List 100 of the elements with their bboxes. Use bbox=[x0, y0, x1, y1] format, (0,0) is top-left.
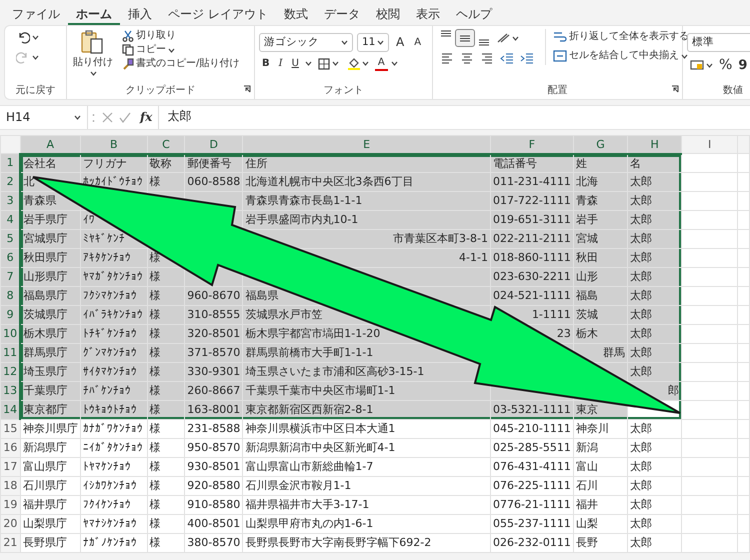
font-size-dropdown[interactable]: 11 bbox=[357, 33, 389, 52]
row-header[interactable]: 7 bbox=[0, 268, 20, 286]
paste-button[interactable]: 貼り付け bbox=[71, 29, 115, 76]
font-color-button[interactable]: A bbox=[374, 56, 388, 71]
column-header[interactable]: C bbox=[147, 136, 185, 154]
ribbon-tab[interactable]: 校閲 bbox=[368, 4, 408, 25]
ribbon-tab[interactable]: 表示 bbox=[408, 4, 448, 25]
column-header[interactable]: G bbox=[573, 136, 628, 154]
column-header[interactable]: F bbox=[490, 136, 574, 154]
cell-text: ﾔﾏﾅｼｹﾝﾁｮｳ bbox=[82, 517, 137, 530]
cell-text: 名 bbox=[630, 156, 642, 170]
indent-icon bbox=[520, 52, 534, 64]
cell-text: 山梨県甲府市丸の内1-6-1 bbox=[245, 517, 374, 530]
cell-text: 23 bbox=[556, 327, 571, 340]
ribbon-tab[interactable]: ヘルプ bbox=[448, 4, 500, 25]
cell-text: 様 bbox=[150, 289, 161, 302]
cell-text: 富山県庁 bbox=[22, 460, 67, 474]
cell-text: 山梨 bbox=[576, 517, 598, 530]
cell-text: ﾁﾊﾞｹﾝﾁｮｳ bbox=[82, 384, 131, 398]
row-header[interactable]: 9 bbox=[0, 306, 20, 324]
cell-text: 太郎 bbox=[630, 536, 652, 550]
cell-text: ｲﾜ bbox=[82, 213, 95, 226]
name-box[interactable]: H14 bbox=[0, 106, 88, 129]
cell-text: 4-1-1 bbox=[459, 251, 488, 264]
cell-text: 北 bbox=[23, 175, 34, 188]
cell-text: 福島県庁 bbox=[23, 289, 68, 302]
cell-text: 姓 bbox=[576, 156, 587, 170]
comma-button[interactable]: 9 bbox=[735, 56, 750, 74]
ribbon-tab[interactable]: データ bbox=[316, 4, 368, 25]
merge-center-button[interactable]: セルを結合して中央揃え bbox=[550, 49, 692, 63]
bold-button[interactable]: B bbox=[259, 56, 273, 70]
cell-text: 長野 bbox=[576, 536, 598, 550]
cell-text: 045-210-1111 bbox=[492, 422, 571, 436]
close-icon bbox=[102, 112, 113, 123]
number-format-dropdown[interactable]: 標準 bbox=[687, 33, 750, 52]
copy-button[interactable]: コピー bbox=[119, 43, 242, 57]
underline-button[interactable]: U bbox=[288, 56, 302, 70]
column-header[interactable]: D bbox=[184, 136, 243, 154]
formula-field[interactable]: 太郎 bbox=[158, 106, 750, 129]
row-header[interactable]: 5 bbox=[0, 230, 20, 248]
row-header[interactable]: 21 bbox=[0, 534, 20, 552]
row-header[interactable]: 3 bbox=[0, 192, 20, 210]
row-header[interactable]: 19 bbox=[0, 496, 20, 514]
cell-text: ﾌｸｼﾏｹﾝﾁｮｳ bbox=[82, 289, 137, 302]
row-header[interactable]: 17 bbox=[0, 458, 20, 476]
italic-button[interactable]: I bbox=[276, 56, 286, 70]
group-label: フォント bbox=[324, 85, 364, 98]
caret-icon bbox=[512, 36, 519, 40]
column-header[interactable]: B bbox=[80, 136, 148, 154]
cell-text: 岩手県庁 bbox=[23, 213, 68, 226]
row-header[interactable]: 6 bbox=[0, 248, 20, 268]
cell-text: ﾌｸｲｹﾝﾁｮｳ bbox=[82, 498, 131, 512]
row-header[interactable]: 13 bbox=[0, 382, 20, 400]
ribbon-tab[interactable]: 挿入 bbox=[120, 4, 160, 25]
cell-text: 024-521-1111 bbox=[492, 289, 571, 302]
align-lines-icon bbox=[478, 39, 490, 46]
format-painter-button[interactable]: 書式のコピー/貼り付け bbox=[119, 57, 242, 71]
caret-icon bbox=[332, 61, 339, 66]
column-header[interactable]: A bbox=[20, 136, 80, 154]
column-header[interactable]: E bbox=[242, 136, 490, 154]
brush-icon bbox=[122, 58, 134, 70]
cell-text: 神奈川県庁 bbox=[22, 422, 78, 436]
caret-icon bbox=[341, 40, 348, 45]
cell-text: 太郎 bbox=[630, 194, 652, 208]
row-header[interactable]: 11 bbox=[0, 344, 20, 362]
insert-function-button[interactable]: fx bbox=[134, 110, 158, 125]
ribbon-tab[interactable]: ページ レイアウト bbox=[160, 4, 276, 25]
ribbon-tab[interactable]: ファイル bbox=[4, 4, 68, 25]
column-header[interactable]: H bbox=[628, 136, 682, 154]
column-header[interactable]: I bbox=[682, 136, 738, 154]
cell-text: 秋田 bbox=[576, 251, 598, 264]
percent-button[interactable]: % bbox=[716, 56, 736, 75]
row-header[interactable]: 10 bbox=[0, 324, 20, 344]
cell-text: ｲﾊﾞﾗｷｹﾝﾁｮｳ bbox=[82, 308, 143, 322]
cell-text: 様 bbox=[150, 175, 161, 188]
row-header[interactable]: 18 bbox=[0, 476, 20, 496]
row-header[interactable]: 4 bbox=[0, 210, 20, 230]
cell-text: 北海道札幌市中央区北3条西6丁目 bbox=[245, 175, 414, 188]
shrink-font-button[interactable]: A bbox=[411, 36, 424, 50]
row-header[interactable]: 20 bbox=[0, 514, 20, 534]
cell-text: 960-8670 bbox=[187, 289, 240, 302]
font-name-dropdown[interactable]: 游ゴシック bbox=[259, 33, 353, 52]
row-header[interactable]: 8 bbox=[0, 286, 20, 306]
row-header[interactable]: 12 bbox=[0, 362, 20, 382]
row-header[interactable]: 15 bbox=[0, 420, 20, 438]
grow-font-button[interactable]: A bbox=[393, 34, 408, 51]
cell-text: ｲｼｶﾜｹﾝﾁｮｳ bbox=[82, 479, 137, 492]
vertical-align-button[interactable] bbox=[455, 29, 475, 47]
cell-text: 石川 bbox=[576, 479, 598, 492]
cell-text: 076-225-1111 bbox=[492, 479, 571, 492]
cell-text: 石川県庁 bbox=[22, 479, 67, 492]
cut-button[interactable]: 切り取り bbox=[119, 29, 242, 43]
row-header[interactable]: 14 bbox=[0, 400, 20, 420]
cell-text: 茨城県水戸市笠 bbox=[245, 308, 322, 322]
cell-text: 青森 bbox=[576, 194, 598, 208]
cell-text: フリガナ bbox=[82, 156, 127, 170]
row-header[interactable]: 1 bbox=[0, 154, 20, 172]
row-header[interactable]: 16 bbox=[0, 438, 20, 458]
row-header[interactable]: 2 bbox=[0, 172, 20, 192]
ribbon-tab[interactable]: 数式 bbox=[276, 4, 316, 25]
